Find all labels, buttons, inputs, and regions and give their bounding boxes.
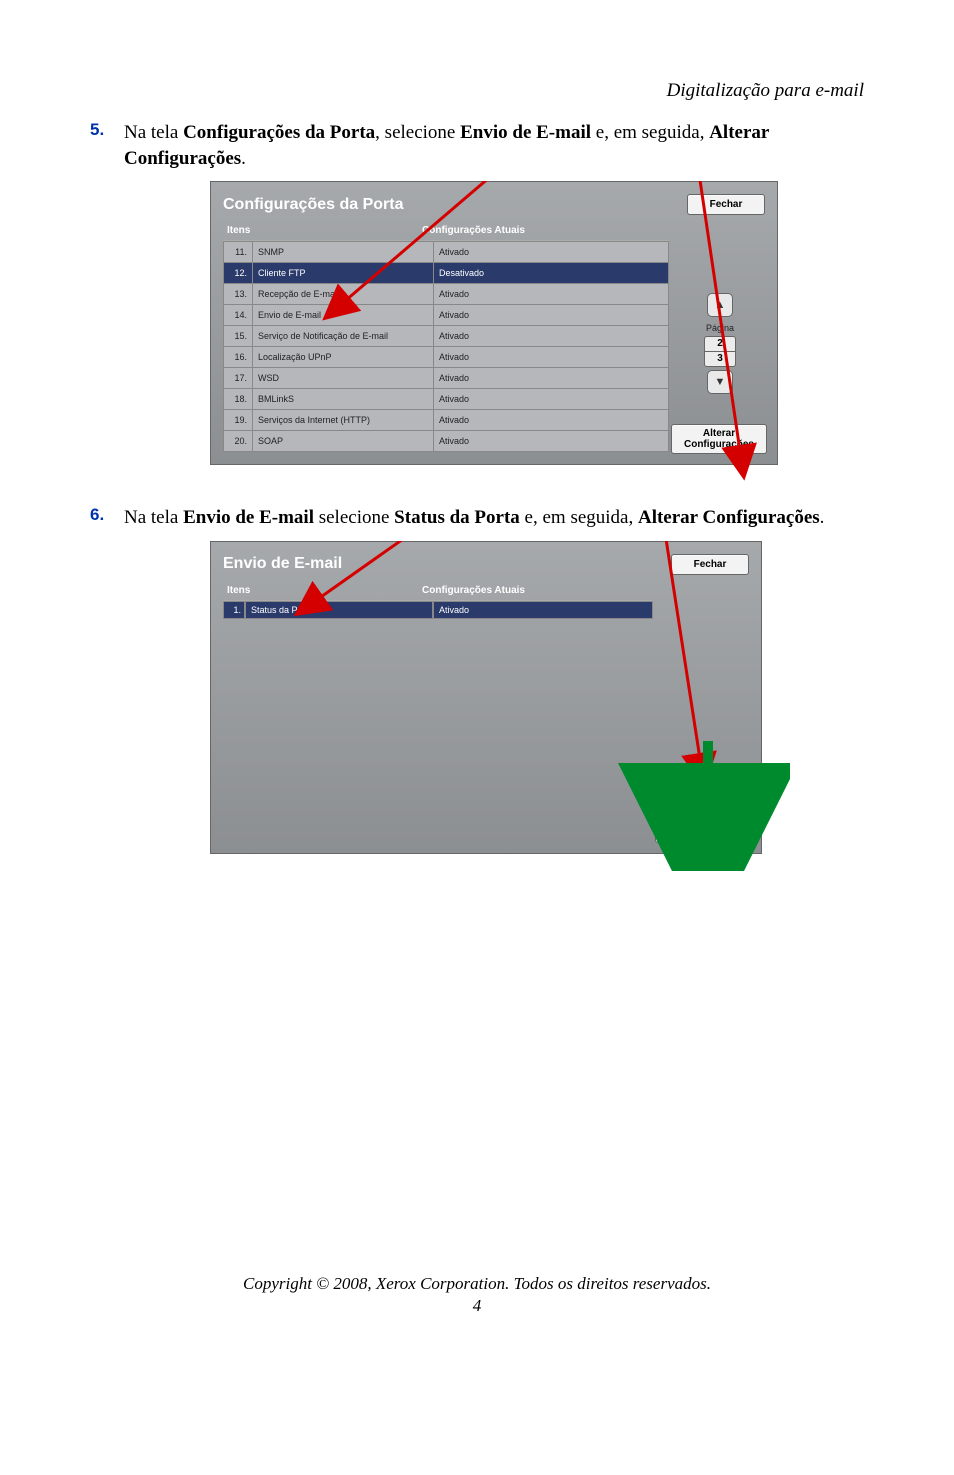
step-5-number: 5. — [90, 120, 124, 140]
row-name: Envio de E-mail — [253, 305, 434, 326]
column-header-config: Configurações Atuais — [422, 225, 665, 236]
change-settings-button[interactable]: Alterar Configurações — [655, 813, 751, 843]
table-row[interactable]: 15.Serviço de Notificação de E-mailAtiva… — [224, 326, 669, 347]
button-label-line2: Configurações — [684, 439, 754, 450]
page-up-button[interactable]: ▲ — [707, 293, 733, 317]
pager-label: Página — [706, 323, 734, 333]
row-value: Desativado — [434, 263, 669, 284]
table-row[interactable]: 14.Envio de E-mailAtivado — [224, 305, 669, 326]
pager-page-total: 3 — [705, 351, 735, 366]
text: e, em seguida, — [520, 507, 638, 528]
text: Na tela — [124, 122, 183, 143]
table-row[interactable]: 13.Recepção de E-mailAtivado — [224, 284, 669, 305]
row-index: 1. — [223, 601, 245, 619]
row-value: Ativado — [434, 368, 669, 389]
row-value: Ativado — [434, 431, 669, 452]
row-name: SNMP — [253, 242, 434, 263]
page-number: 4 — [90, 1296, 864, 1316]
row-index: 14. — [224, 305, 253, 326]
text-bold: Envio de E-mail — [183, 507, 314, 528]
row-value: Ativado — [434, 305, 669, 326]
screenshot-port-settings: Configurações da Porta Fechar Itens Conf… — [210, 181, 778, 465]
table-row[interactable]: 19.Serviços da Internet (HTTP)Ativado — [224, 410, 669, 431]
footer-copyright: Copyright © 2008, Xerox Corporation. Tod… — [90, 1274, 864, 1294]
row-index: 15. — [224, 326, 253, 347]
port-settings-table: 11.SNMPAtivado12.Cliente FTPDesativado13… — [223, 241, 669, 452]
close-button[interactable]: Fechar — [687, 194, 765, 215]
row-index: 16. — [224, 347, 253, 368]
table-row[interactable]: 12.Cliente FTPDesativado — [224, 263, 669, 284]
row-name: SOAP — [253, 431, 434, 452]
row-value: Ativado — [434, 410, 669, 431]
text: e, em seguida, — [591, 122, 709, 143]
row-name: BMLinkS — [253, 389, 434, 410]
row-value: Ativado — [434, 326, 669, 347]
row-name: Serviço de Notificação de E-mail — [253, 326, 434, 347]
text: , selecione — [375, 122, 460, 143]
row-name: Recepção de E-mail — [253, 284, 434, 305]
row-name: Localização UPnP — [253, 347, 434, 368]
row-index: 13. — [224, 284, 253, 305]
row-name: Status da Porta — [245, 601, 433, 619]
text: . — [820, 507, 825, 528]
row-value: Ativado — [434, 284, 669, 305]
table-row[interactable]: 20.SOAPAtivado — [224, 431, 669, 452]
row-name: Cliente FTP — [253, 263, 434, 284]
table-row[interactable]: 11.SNMPAtivado — [224, 242, 669, 263]
row-value: Ativado — [434, 347, 669, 368]
row-value: Ativado — [434, 242, 669, 263]
table-row[interactable]: 18.BMLinkSAtivado — [224, 389, 669, 410]
column-header-items: Itens — [227, 225, 422, 236]
text-bold: Configurações da Porta — [183, 122, 375, 143]
column-header-config: Configurações Atuais — [422, 585, 649, 596]
text-bold: Alterar Configurações — [638, 507, 820, 528]
row-index: 20. — [224, 431, 253, 452]
chevron-down-icon: ▼ — [715, 376, 726, 388]
step-6-number: 6. — [90, 505, 124, 525]
button-label-line1: Alterar — [703, 428, 735, 439]
row-index: 11. — [224, 242, 253, 263]
row-index: 17. — [224, 368, 253, 389]
running-header: Digitalização para e-mail — [90, 80, 864, 102]
text: . — [241, 148, 246, 169]
step-5-text: Na tela Configurações da Porta, selecion… — [124, 120, 864, 171]
screenshot-email-send: Envio de E-mail Fechar Itens Configuraçõ… — [210, 541, 762, 854]
dialog-title: Envio de E-mail — [223, 555, 342, 573]
row-value: Ativado — [433, 601, 653, 619]
text-bold: Envio de E-mail — [460, 122, 591, 143]
pager-pages: 2 3 — [704, 336, 736, 367]
page-down-button[interactable]: ▼ — [707, 370, 733, 394]
list-item-status-porta[interactable]: 1. Status da Porta Ativado — [223, 601, 653, 619]
step-5: 5. Na tela Configurações da Porta, selec… — [90, 120, 864, 171]
column-header-items: Itens — [227, 585, 422, 596]
dialog-title: Configurações da Porta — [223, 196, 403, 214]
table-row[interactable]: 17.WSDAtivado — [224, 368, 669, 389]
row-value: Ativado — [434, 389, 669, 410]
button-label-line1: Alterar — [687, 817, 719, 828]
button-label-line2: Configurações — [668, 828, 738, 839]
text: Na tela — [124, 507, 183, 528]
chevron-up-icon: ▲ — [715, 299, 726, 311]
text: selecione — [314, 507, 394, 528]
row-index: 12. — [224, 263, 253, 284]
step-6-text: Na tela Envio de E-mail selecione Status… — [124, 505, 824, 531]
pager-page-current: 2 — [705, 337, 735, 351]
row-index: 18. — [224, 389, 253, 410]
row-name: WSD — [253, 368, 434, 389]
close-button[interactable]: Fechar — [671, 554, 749, 575]
change-settings-button[interactable]: Alterar Configurações — [671, 424, 767, 454]
text-bold: Status da Porta — [394, 507, 520, 528]
row-index: 19. — [224, 410, 253, 431]
row-name: Serviços da Internet (HTTP) — [253, 410, 434, 431]
table-row[interactable]: 16.Localização UPnPAtivado — [224, 347, 669, 368]
step-6: 6. Na tela Envio de E-mail selecione Sta… — [90, 505, 864, 531]
